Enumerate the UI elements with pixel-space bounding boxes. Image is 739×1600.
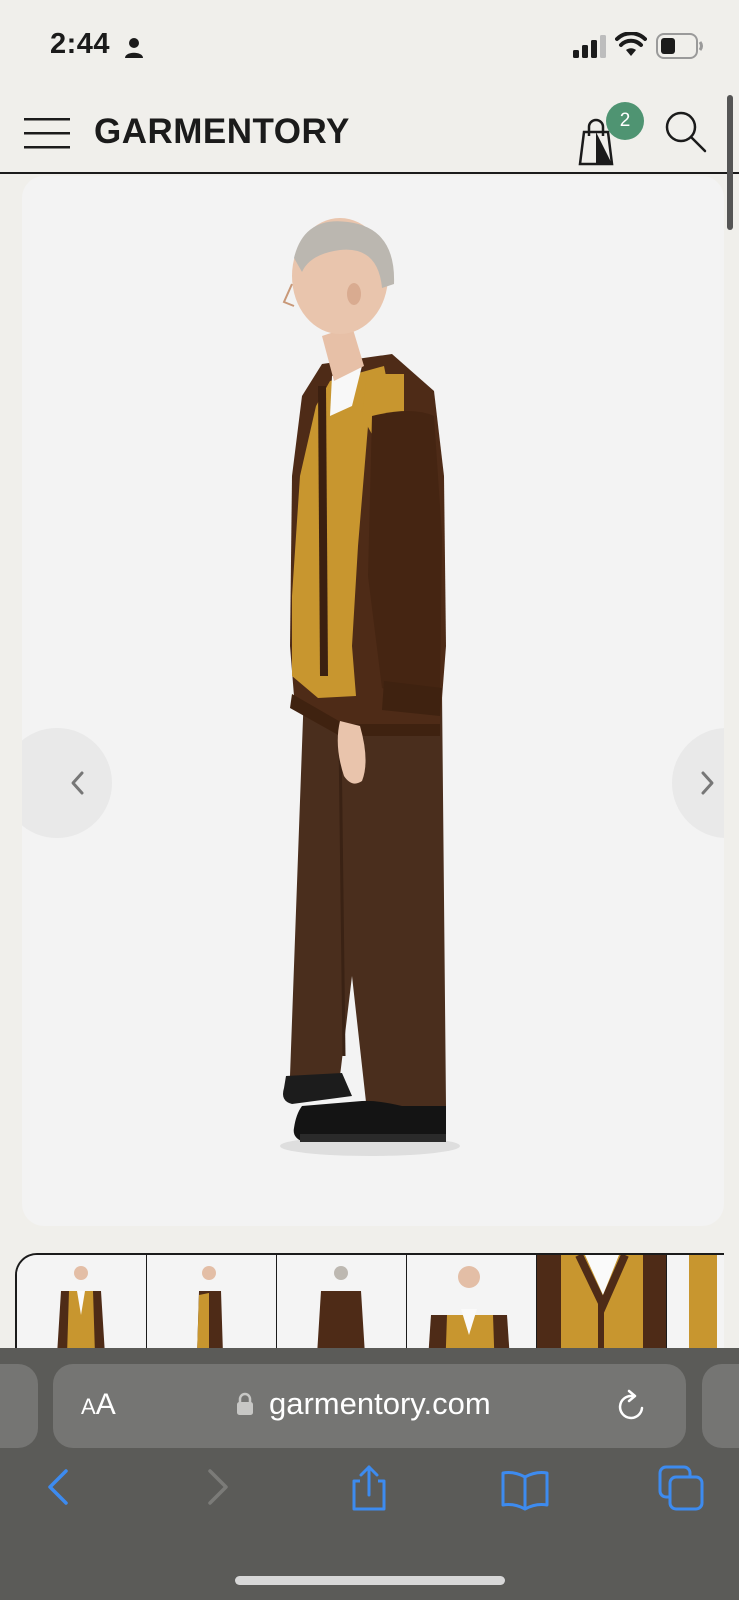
share-icon[interactable] xyxy=(344,1463,394,1513)
chevron-left-icon xyxy=(71,771,84,795)
aa-large-label: A xyxy=(95,1388,116,1421)
battery-icon xyxy=(656,33,703,59)
reload-icon[interactable] xyxy=(615,1388,649,1424)
person-icon xyxy=(125,38,143,58)
cart-button[interactable]: 2 xyxy=(578,102,644,170)
previous-tab-pill[interactable] xyxy=(0,1364,38,1448)
cart-count-badge: 2 xyxy=(606,102,644,140)
forward-icon[interactable] xyxy=(190,1463,240,1513)
chevron-right-icon xyxy=(701,771,714,795)
home-indicator[interactable] xyxy=(235,1576,505,1585)
bookmarks-icon[interactable] xyxy=(500,1463,550,1513)
back-icon[interactable] xyxy=(36,1463,86,1513)
search-icon[interactable] xyxy=(664,110,708,154)
product-image xyxy=(280,218,460,1156)
aa-small-label: A xyxy=(81,1394,96,1419)
lock-icon xyxy=(237,1392,253,1415)
site-header: GARMENTORY 2 xyxy=(0,90,739,174)
hamburger-menu-icon[interactable] xyxy=(24,116,72,150)
cellular-signal-icon xyxy=(573,35,606,58)
status-bar: 2:44 xyxy=(0,0,739,90)
next-tab-pill[interactable] xyxy=(702,1364,739,1448)
product-image-gallery[interactable] xyxy=(22,176,724,1226)
site-logo[interactable]: GARMENTORY xyxy=(94,112,350,152)
status-time: 2:44 xyxy=(50,28,111,60)
reader-options-button[interactable]: AA xyxy=(81,1388,116,1422)
wifi-icon xyxy=(615,32,647,56)
tabs-icon[interactable] xyxy=(656,1463,706,1513)
address-bar[interactable]: AA garmentory.com xyxy=(53,1364,686,1448)
browser-toolbar: AA garmentory.com xyxy=(0,1348,739,1600)
page-scrollbar[interactable] xyxy=(727,95,733,230)
url-text[interactable]: garmentory.com xyxy=(269,1386,491,1422)
